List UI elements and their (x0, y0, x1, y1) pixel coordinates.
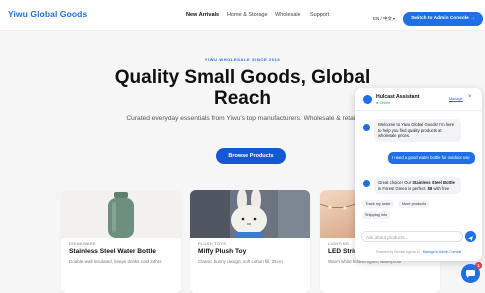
hero-title: Quality Small Goods, Global Reach (114, 67, 371, 109)
nav-home-storage[interactable]: Home & Storage (227, 12, 268, 18)
bot-message: Great choice! Our Stainless Steel Bottle… (374, 177, 461, 194)
chat-footer: Powered by Hulcast Agents AI · Manage in… (355, 250, 482, 254)
reply-text: with free (432, 185, 450, 191)
reply-text: in Forest Green is perfect. (378, 185, 428, 191)
bot-message: Welcome to Yiwu Global Goods! I'm here t… (374, 119, 461, 142)
bot-icon (363, 124, 370, 131)
nav-support[interactable]: Support (310, 12, 329, 18)
send-button[interactable] (465, 231, 476, 242)
chevron-down-icon: ▾ (393, 16, 396, 21)
admin-console-link[interactable]: Manage in Admin Console (423, 250, 462, 254)
hero-kicker: YIWU WHOLESALE SINCE 2018 (204, 57, 281, 62)
send-icon (468, 236, 473, 241)
notification-badge: 1 (475, 262, 482, 269)
chip-shipping-info[interactable]: Shipping info (362, 211, 390, 219)
product-category: LIGHTING (328, 241, 350, 246)
chat-bubble-icon (466, 270, 475, 278)
chat-widget: Hulcast Assistant ● Online Manage × Welc… (355, 88, 482, 261)
manage-link[interactable]: Manage (449, 97, 463, 101)
product-description: Double-wall insulated, keeps drinks cold… (69, 259, 162, 264)
assistant-avatar-icon (363, 95, 372, 104)
admin-console-button[interactable]: Switch to Admin Console → (403, 12, 483, 26)
chip-more-products[interactable]: More products (398, 200, 430, 208)
product-card[interactable]: PLUSH TOYS Miffy Plush Toy Classic bunny… (190, 190, 310, 293)
close-icon[interactable]: × (468, 94, 472, 100)
product-image-bottle (61, 190, 181, 238)
online-status: ● Online (376, 101, 391, 105)
bot-icon (363, 180, 370, 187)
user-message: I need a good water bottle for outdoor u… (388, 152, 475, 164)
language-switcher[interactable]: EN / 中文▾ (373, 16, 395, 22)
product-category: PLUSH TOYS (198, 241, 227, 246)
language-label: EN / 中文 (373, 16, 393, 21)
product-card[interactable]: DRINKWARE Stainless Steel Water Bottle D… (61, 190, 181, 293)
reply-product: Stainless Steel Bottle (412, 180, 455, 185)
reply-text: Great choice! Our (378, 180, 413, 185)
nav-wholesale[interactable]: Wholesale (275, 12, 301, 18)
chat-title: Hulcast Assistant (376, 94, 420, 100)
footer-text: Powered by Hulcast Agents AI · (375, 250, 423, 254)
product-description: Classic bunny design, soft cotton fill. … (198, 259, 283, 264)
nav-new-arrivals[interactable]: New Arrivals (186, 12, 219, 18)
brand-logo[interactable]: Yiwu Global Goods (8, 9, 87, 19)
product-name[interactable]: Stainless Steel Water Bottle (69, 248, 156, 255)
chat-input[interactable]: Ask about products... (361, 231, 463, 242)
hero-subtitle: Curated everyday essentials from Yiwu's … (126, 115, 359, 122)
top-navbar: Yiwu Global Goods New Arrivals Home & St… (0, 0, 485, 31)
product-image-plush (190, 190, 310, 238)
chip-track-order[interactable]: Track my order (362, 200, 394, 208)
product-category: DRINKWARE (69, 241, 96, 246)
chat-header: Hulcast Assistant ● Online Manage × (355, 88, 482, 111)
browse-products-button[interactable]: Browse Products (216, 148, 286, 164)
product-name[interactable]: Miffy Plush Toy (198, 248, 246, 255)
